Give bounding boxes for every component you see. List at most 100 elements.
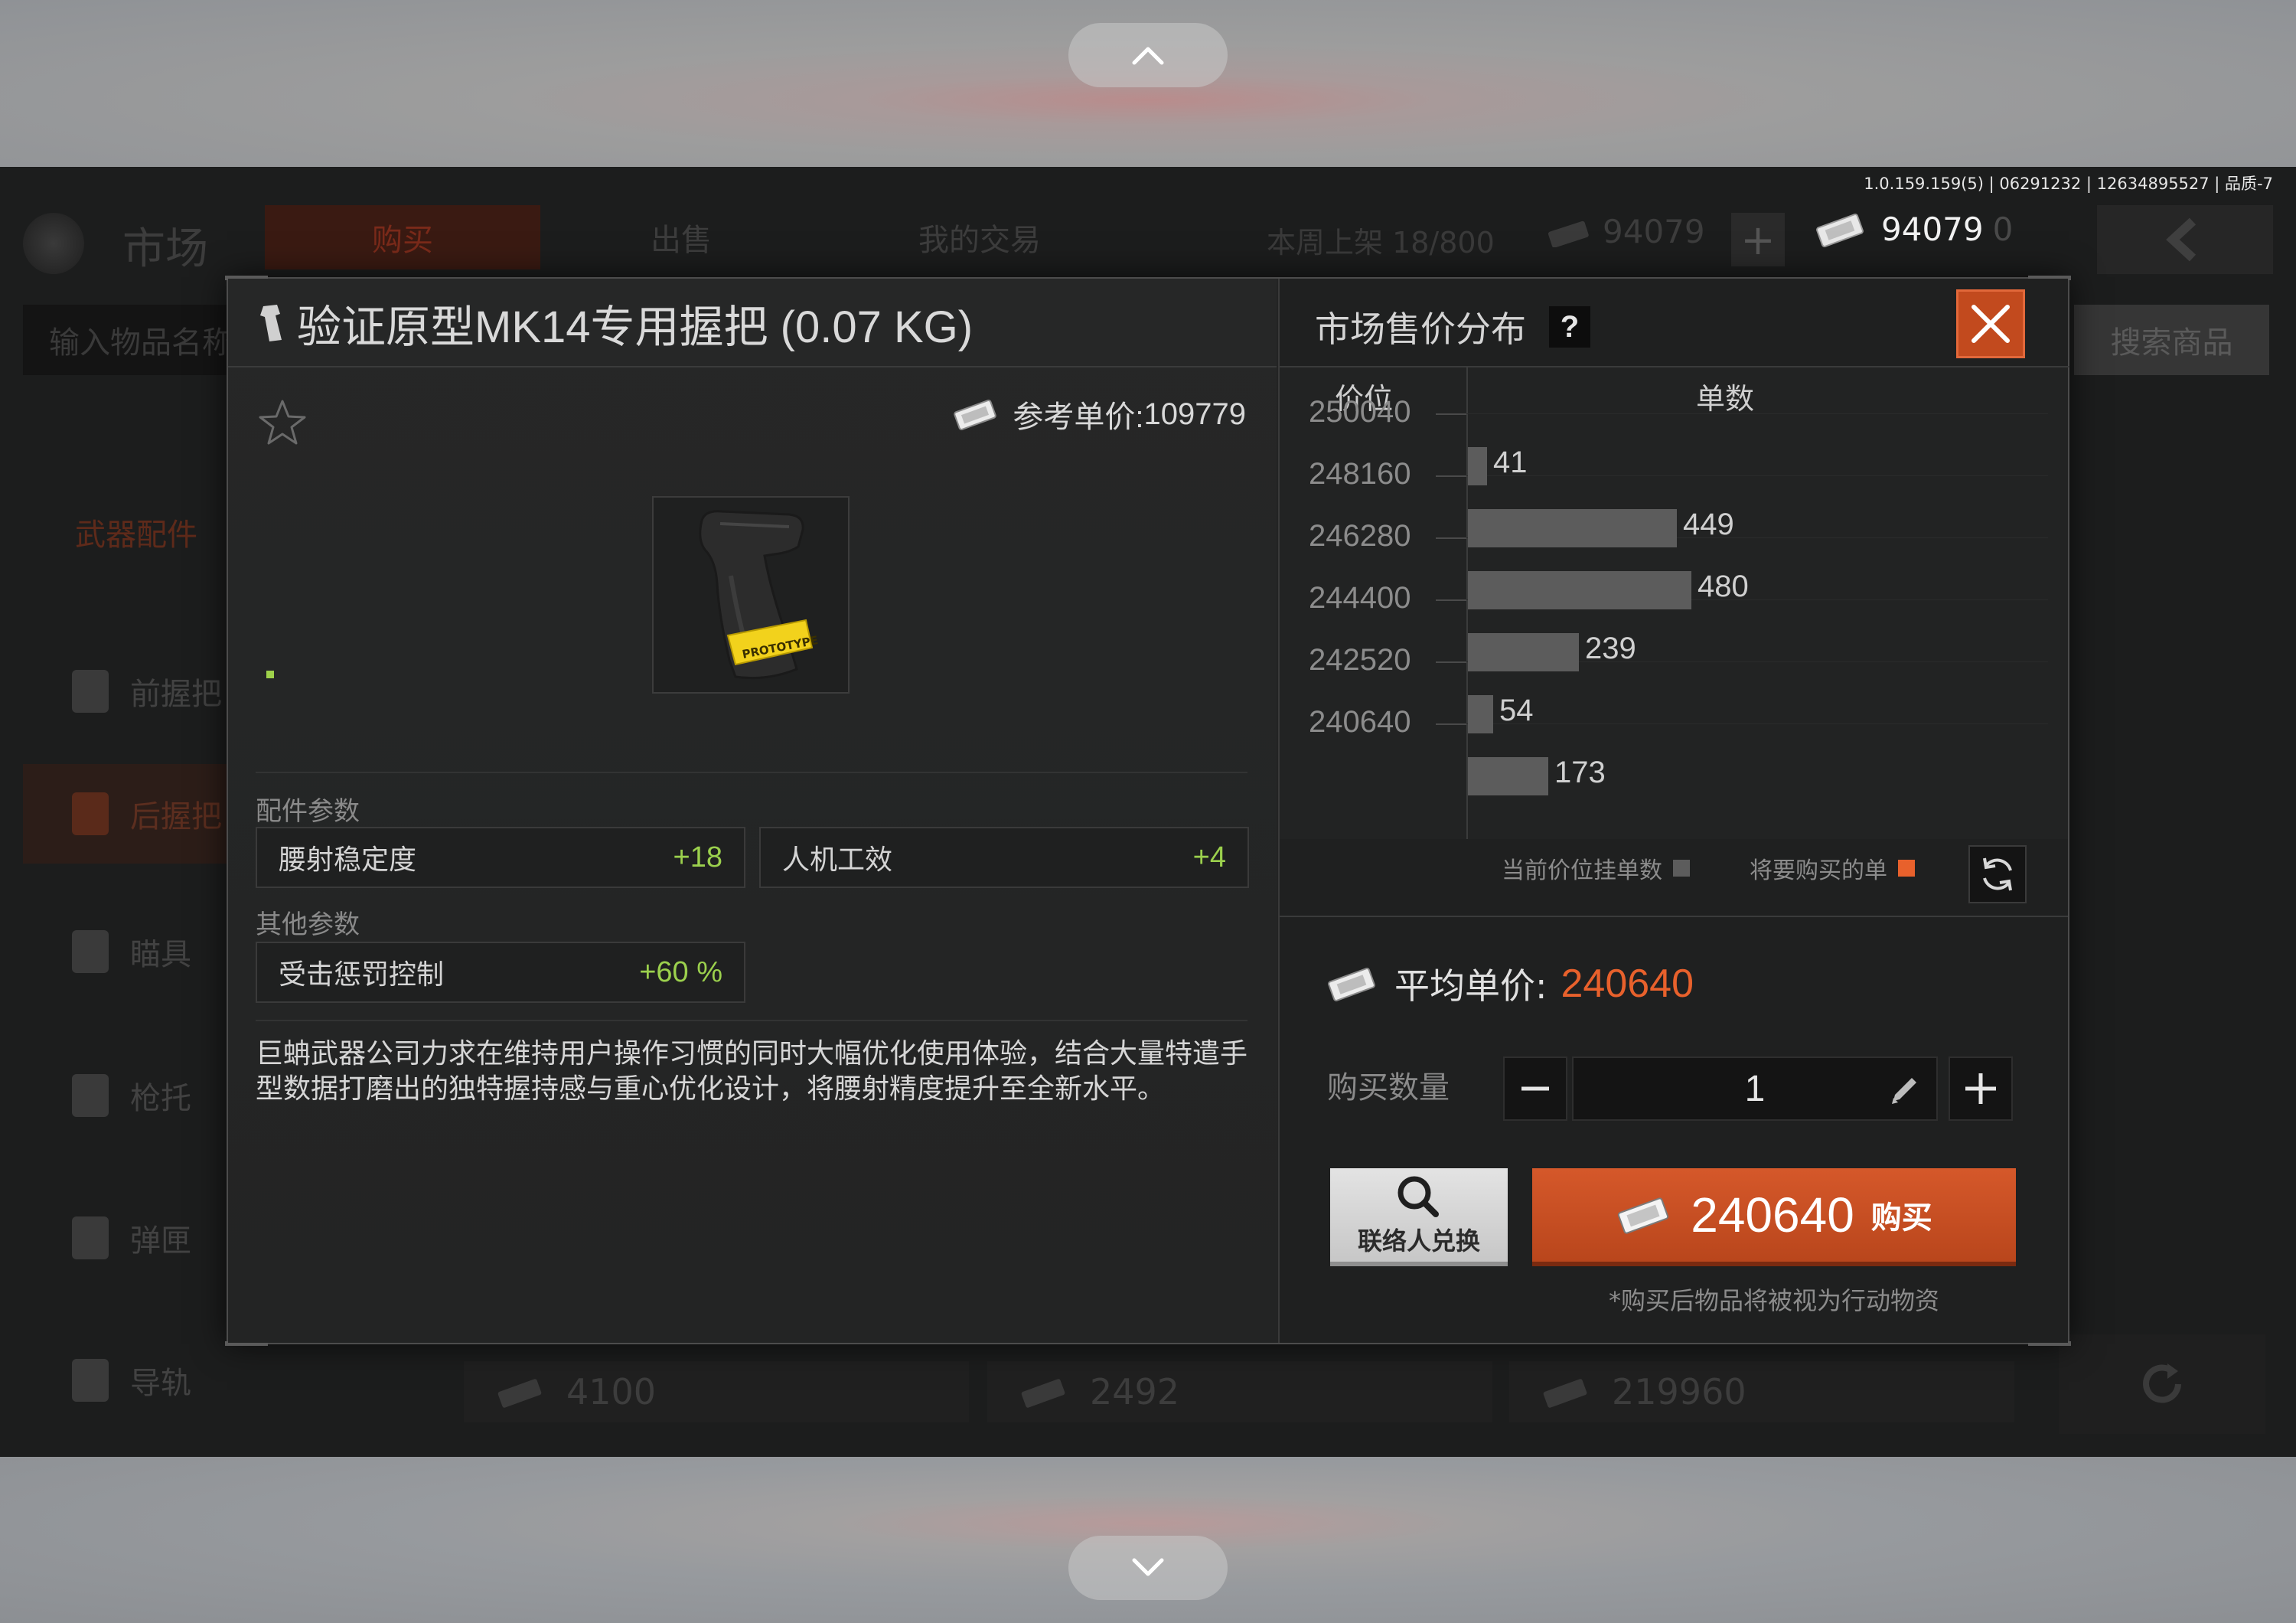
- param-row: 腰射稳定度 +18: [256, 827, 745, 888]
- section-divider: [256, 772, 1247, 773]
- item-image-frame: PROTOTYPE: [652, 496, 850, 694]
- search-button[interactable]: 搜索商品: [2074, 305, 2269, 375]
- buy-button[interactable]: 240640 购买: [1532, 1168, 2016, 1266]
- cash-icon: [1328, 968, 1375, 1001]
- grid-line: [1466, 413, 2048, 414]
- order-count-label: 449: [1683, 508, 1734, 541]
- listing-price: 4100: [566, 1371, 657, 1412]
- sidebar-item-rail[interactable]: 导轨: [23, 1331, 230, 1430]
- header-divider: [228, 366, 1277, 367]
- balance-value: 94079: [1881, 210, 1984, 248]
- market-title: 市场: [122, 224, 208, 273]
- market-panel: 市场售价分布 ? 价位 单数 250040 248160 246280 244400 2…: [1278, 279, 2069, 1343]
- tab-my-trades[interactable]: 我的交易: [827, 205, 1133, 269]
- column-header-count: 单数: [1696, 382, 1755, 416]
- order-count-label: 41: [1493, 446, 1528, 479]
- price-tick-label: 242520: [1309, 643, 1411, 677]
- sidebar-item-optics[interactable]: 瞄具: [23, 902, 230, 1001]
- sidebar-item-label: 导轨: [130, 1366, 191, 1401]
- scroll-up-button[interactable]: [1068, 23, 1228, 87]
- edit-pencil-icon[interactable]: [1887, 1072, 1923, 1107]
- market-logo-icon: [23, 213, 84, 274]
- legend-to-buy: 将要购买的单: [1750, 851, 1915, 885]
- sidebar-item-label: 枪托: [130, 1081, 191, 1116]
- market-title: 市场售价分布 ?: [1315, 302, 1590, 352]
- section-divider: [256, 1020, 1247, 1021]
- item-detail-panel: 验证原型MK14专用握把 (0.07 KG) 参考单价: 109779 PROT…: [228, 279, 1277, 1343]
- item-title-text: 验证原型MK14专用握把 (0.07 KG): [297, 302, 974, 352]
- param-value: +60 %: [639, 955, 722, 988]
- increase-quantity-button[interactable]: [1949, 1056, 2013, 1121]
- listing-price-cell[interactable]: 4100: [464, 1361, 969, 1422]
- listing-price-cell[interactable]: 2492: [987, 1361, 1492, 1422]
- sidebar-item-foregrip[interactable]: 前握把: [23, 642, 230, 741]
- order-count-label: 480: [1698, 570, 1749, 603]
- search-icon: [1397, 1176, 1439, 1217]
- price-distribution-chart: 价位 单数 250040 248160 246280 244400 242520 2406…: [1280, 367, 2068, 839]
- refresh-icon: [2143, 1363, 2181, 1403]
- cash-icon: [1543, 1379, 1587, 1408]
- sidebar-item-stock[interactable]: 枪托: [23, 1046, 230, 1145]
- version-info: 1.0.159.159(5) | 06291232 | 12634895527 …: [1864, 175, 2273, 193]
- sidebar-item-rear-grip[interactable]: 后握把: [23, 764, 230, 864]
- order-count-bar: [1468, 447, 1487, 485]
- price-tick-label: 244400: [1309, 581, 1411, 615]
- help-button[interactable]: ?: [1549, 306, 1590, 348]
- param-value: +4: [1192, 841, 1226, 874]
- back-button[interactable]: [2097, 205, 2273, 274]
- order-count-bar: [1468, 509, 1677, 547]
- average-price-value: 240640: [1561, 962, 1694, 1006]
- search-input[interactable]: 输入物品名称: [23, 305, 253, 375]
- order-count-label: 239: [1585, 632, 1636, 665]
- pistol-grip-icon: PROTOTYPE: [699, 510, 819, 680]
- order-count-label: 173: [1554, 756, 1606, 789]
- cash-icon: [1816, 214, 1864, 247]
- order-count-bar: [1468, 695, 1493, 733]
- price-tick-mark: [1436, 599, 1466, 601]
- price-tick-label: 246280: [1309, 519, 1411, 553]
- legend-label: 将要购买的单: [1750, 857, 1887, 884]
- param-label: 受击惩罚控制: [279, 959, 445, 991]
- reference-price-value: 109779: [1143, 397, 1246, 431]
- sidebar-item-magazine[interactable]: 弹匣: [23, 1188, 230, 1288]
- section-label-attachment-params: 配件参数: [256, 796, 360, 827]
- market-title-text: 市场售价分布: [1315, 309, 1526, 350]
- quantity-input[interactable]: 1: [1572, 1056, 1938, 1121]
- category-heading: 武器配件: [75, 518, 197, 553]
- cash-icon: [1618, 1197, 1669, 1234]
- grid-line: [1466, 723, 2048, 724]
- quantity-value: 1: [1744, 1068, 1766, 1109]
- favorite-star-icon[interactable]: [256, 397, 309, 450]
- refresh-chart-button[interactable]: [1968, 845, 2027, 903]
- order-count-bar: [1468, 633, 1579, 671]
- param-row: 人机工效 +4: [759, 827, 1249, 888]
- price-tick-mark: [1436, 475, 1466, 477]
- contact-exchange-button[interactable]: 联络人兑换: [1330, 1168, 1508, 1266]
- buy-price: 240640: [1691, 1187, 1854, 1243]
- average-price: 平均单价: 240640: [1326, 958, 1694, 1009]
- refresh-icon: [1983, 857, 2012, 891]
- listing-price: 219960: [1612, 1371, 1746, 1412]
- plus-icon: [1965, 1073, 1996, 1104]
- tab-sell[interactable]: 出售: [551, 205, 811, 269]
- currency-balance-dim: 94079: [1546, 213, 1705, 250]
- legend-swatch-grey: [1673, 860, 1690, 877]
- purchase-note: *购买后物品将被视为行动物资: [1608, 1286, 1939, 1315]
- decrease-quantity-button[interactable]: [1503, 1056, 1567, 1121]
- cash-icon: [954, 400, 997, 430]
- sidebar-item-label: 弹匣: [130, 1223, 191, 1259]
- minus-icon: [1521, 1086, 1549, 1091]
- scroll-down-button[interactable]: [1068, 1536, 1228, 1600]
- back-arrow-icon: [2166, 217, 2197, 262]
- list-refresh-button[interactable]: [2059, 1334, 2265, 1434]
- optic-icon: [72, 930, 109, 973]
- foregrip-icon: [72, 670, 109, 713]
- add-currency-button[interactable]: +: [1731, 213, 1785, 266]
- tab-buy[interactable]: 购买: [265, 205, 540, 269]
- blurred-bottom-backdrop: [0, 1457, 2296, 1623]
- section-label-other-params: 其他参数: [256, 909, 360, 940]
- price-tick-label: 240640: [1309, 705, 1411, 739]
- stock-icon: [72, 1074, 109, 1117]
- close-button[interactable]: [1956, 289, 2025, 358]
- listing-price-cell[interactable]: 219960: [1509, 1361, 2014, 1422]
